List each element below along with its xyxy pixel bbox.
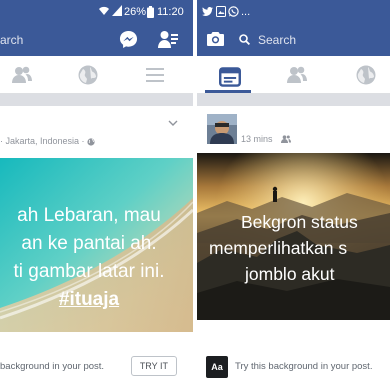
- tab-friends-icon[interactable]: [11, 64, 33, 86]
- tab-globe-icon[interactable]: [77, 64, 99, 86]
- tab-friends-icon[interactable]: [286, 64, 308, 86]
- try-it-button[interactable]: TRY IT: [130, 356, 177, 376]
- post-text-line: ti gambar latar ini.: [13, 261, 165, 282]
- friend-requests-icon[interactable]: [158, 30, 178, 49]
- post-timestamp: 13 mins: [241, 134, 273, 144]
- comparison-screenshot: 26% 11:20 arch · Jakarta, Indonesia · ah…: [0, 0, 390, 390]
- try-background-footer: background in your post. TRY IT: [0, 352, 193, 382]
- feed-post: · Jakarta, Indonesia · ah Lebaran, mau a…: [0, 106, 193, 390]
- top-search-bar: arch: [0, 24, 193, 56]
- gallery-notification-icon: [216, 6, 226, 17]
- right-phone-screen: ... Search 13 mins Bekgron status memper…: [197, 0, 390, 390]
- mountain-background-image: Bekgron status memperlihatkan s jomblo a…: [197, 153, 390, 320]
- search-input[interactable]: Search: [258, 33, 296, 47]
- globe-privacy-icon: [87, 138, 95, 146]
- post-location: · Jakarta, Indonesia ·: [0, 136, 85, 146]
- chevron-down-icon[interactable]: [168, 120, 178, 127]
- camera-icon[interactable]: [207, 32, 224, 46]
- avatar[interactable]: [207, 114, 237, 144]
- feed-divider: [0, 94, 193, 106]
- messenger-icon[interactable]: [119, 30, 138, 49]
- try-background-hint: Try this background in your post.: [235, 361, 373, 372]
- feed-divider: [197, 94, 390, 106]
- wifi-icon: [99, 6, 109, 16]
- post-text-line: jomblo akut: [245, 264, 335, 284]
- post-header: · Jakarta, Indonesia ·: [0, 106, 193, 158]
- left-phone-screen: 26% 11:20 arch · Jakarta, Indonesia · ah…: [0, 0, 193, 390]
- post-text: ah Lebaran, mau an ke pantai ah. ti gamb…: [0, 202, 193, 314]
- feed-post: 13 mins Bekgron status memperlihatkan s …: [197, 106, 390, 390]
- post-text-line: an ke pantai ah.: [21, 233, 157, 254]
- signal-icon: [112, 5, 122, 16]
- hashtag-link[interactable]: #ituaja: [0, 286, 193, 314]
- background-style-button[interactable]: Aa: [206, 356, 228, 378]
- search-icon: [239, 34, 250, 45]
- status-bar: 26% 11:20: [0, 0, 193, 24]
- more-notifications: ...: [241, 6, 251, 18]
- post-header: 13 mins: [197, 106, 390, 158]
- tab-news-feed-icon[interactable]: [219, 66, 241, 88]
- battery-icon: [147, 6, 154, 18]
- try-background-hint: background in your post.: [0, 361, 105, 372]
- whatsapp-notification-icon: [228, 6, 239, 17]
- clock: 11:20: [157, 6, 184, 18]
- post-text: Bekgron status memperlihatkan s jomblo a…: [209, 209, 390, 287]
- search-input[interactable]: arch: [0, 33, 23, 47]
- nav-tabs: [197, 56, 390, 94]
- top-search-bar: Search: [197, 24, 390, 56]
- try-background-footer: Aa Try this background in your post.: [197, 352, 390, 382]
- battery-percent: 26%: [124, 6, 147, 18]
- friends-privacy-icon: [281, 135, 291, 143]
- twitter-notification-icon: [202, 7, 213, 16]
- status-bar: ...: [197, 0, 390, 24]
- nav-tabs: [0, 56, 193, 94]
- tab-globe-icon[interactable]: [355, 64, 377, 86]
- post-text-line: memperlihatkan s: [209, 238, 348, 258]
- post-text-line: ah Lebaran, mau: [17, 205, 161, 226]
- beach-background-image: ah Lebaran, mau an ke pantai ah. ti gamb…: [0, 158, 193, 332]
- active-tab-indicator: [205, 90, 251, 93]
- tab-menu-icon[interactable]: [144, 64, 166, 86]
- post-text-line: Bekgron status: [241, 212, 358, 232]
